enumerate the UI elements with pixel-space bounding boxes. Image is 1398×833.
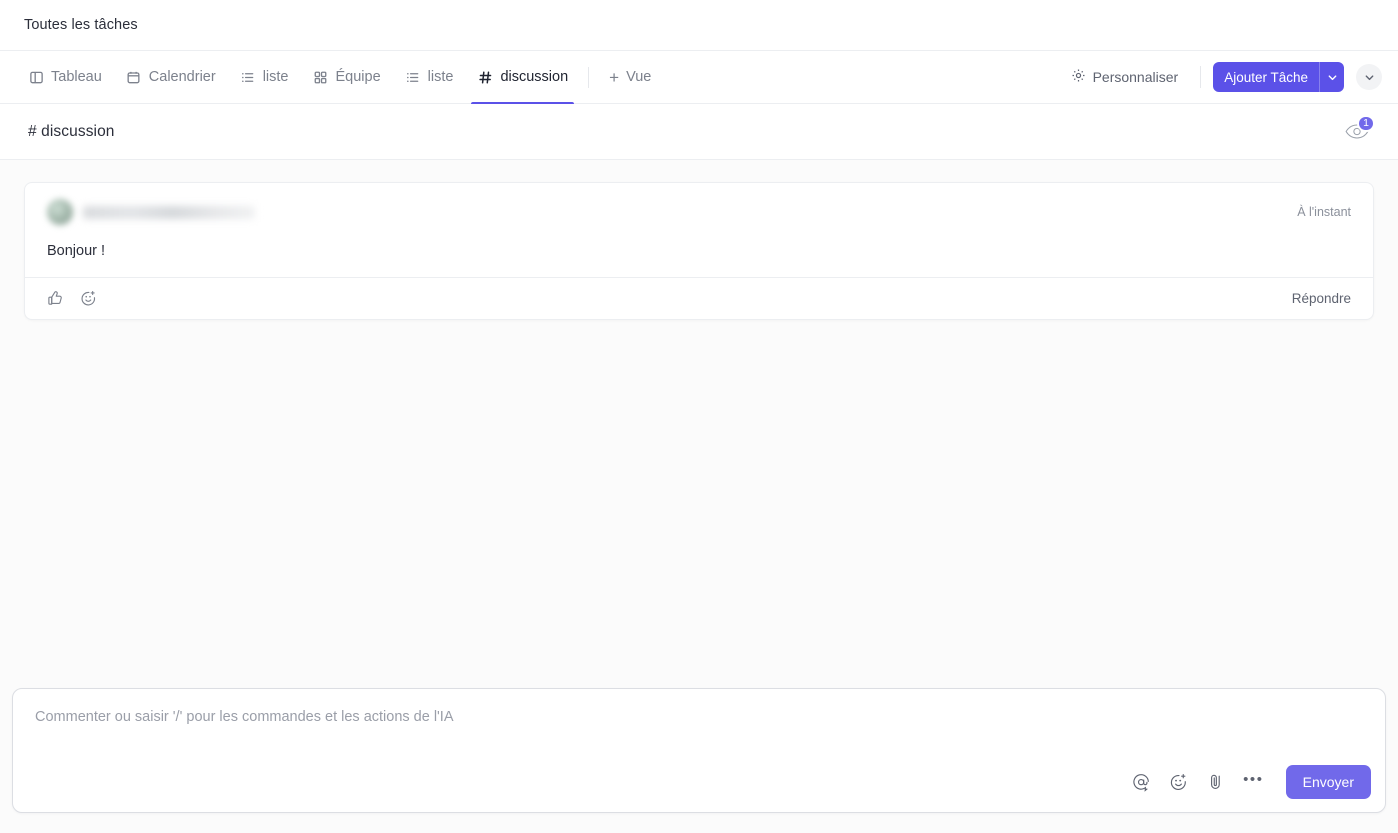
attachment-icon[interactable]	[1206, 773, 1225, 792]
channel-name: discussion	[41, 122, 115, 140]
watchers-button[interactable]: 1	[1340, 114, 1375, 147]
grid-icon	[313, 69, 329, 85]
tab-discussion[interactable]: discussion	[465, 51, 580, 104]
gear-icon	[1071, 68, 1086, 86]
message-body: À l'instant Bonjour !	[25, 183, 1373, 277]
add-task-caret-button[interactable]	[1319, 62, 1344, 92]
message-text: Bonjour !	[47, 243, 106, 259]
add-task-button[interactable]: Ajouter Tâche	[1213, 62, 1319, 92]
tab-equipe[interactable]: Équipe	[301, 51, 393, 103]
mention-icon[interactable]	[1132, 773, 1151, 792]
message-footer: Répondre	[25, 277, 1373, 319]
tab-label: discussion	[500, 69, 569, 85]
view-tabbar: Tableau Calendrier liste Équipe liste di…	[0, 51, 1398, 104]
add-reaction-icon[interactable]	[80, 290, 97, 307]
comment-input[interactable]	[13, 689, 1385, 765]
chevron-down-icon	[1328, 74, 1336, 80]
message-card: À l'instant Bonjour ! Répondre	[24, 182, 1374, 320]
tab-tableau[interactable]: Tableau	[16, 51, 114, 103]
more-views-button[interactable]	[1356, 64, 1382, 90]
add-task-button-group[interactable]: Ajouter Tâche	[1213, 62, 1344, 92]
message-header: À l'instant	[47, 199, 1351, 225]
page-title: # discussion	[28, 123, 115, 141]
thumbs-up-icon[interactable]	[47, 290, 64, 307]
more-options-icon[interactable]: •••	[1243, 772, 1264, 792]
tab-calendrier[interactable]: Calendrier	[114, 51, 228, 103]
breadcrumb-bar: Toutes les tâches	[0, 0, 1398, 51]
add-view-button[interactable]: + Vue	[597, 51, 663, 103]
message-list: À l'instant Bonjour ! Répondre	[0, 160, 1398, 688]
channel-header: # discussion 1	[0, 104, 1398, 160]
tab-liste-1[interactable]: liste	[228, 51, 301, 103]
chevron-down-icon	[1365, 74, 1373, 80]
message-timestamp: À l'instant	[1297, 205, 1351, 219]
watchers-count-badge: 1	[1357, 114, 1375, 132]
hash-icon	[477, 69, 493, 85]
composer-area: ••• Envoyer	[0, 688, 1398, 833]
breadcrumb[interactable]: Toutes les tâches	[24, 17, 138, 33]
board-icon	[28, 69, 44, 85]
plus-icon: +	[609, 67, 620, 87]
avatar[interactable]	[47, 199, 73, 225]
add-view-label: Vue	[626, 69, 652, 85]
tab-label: liste	[262, 69, 289, 85]
send-button[interactable]: Envoyer	[1285, 765, 1371, 799]
tabbar-actions: Personnaliser Ajouter Tâche	[1061, 51, 1382, 103]
composer-toolbar: ••• Envoyer	[13, 765, 1385, 812]
message-author-name	[83, 205, 255, 219]
composer: ••• Envoyer	[12, 688, 1386, 813]
list-icon	[405, 69, 421, 85]
tab-liste-2[interactable]: liste	[393, 51, 466, 103]
calendar-icon	[126, 69, 142, 85]
tab-label: liste	[427, 69, 454, 85]
list-icon	[240, 69, 256, 85]
tab-label: Équipe	[335, 69, 381, 85]
customize-label: Personnaliser	[1092, 69, 1179, 85]
customize-button[interactable]: Personnaliser	[1061, 62, 1189, 92]
view-tabs: Tableau Calendrier liste Équipe liste di…	[16, 51, 663, 104]
reply-button[interactable]: Répondre	[1292, 291, 1351, 306]
tab-divider	[588, 67, 590, 88]
tab-label: Tableau	[51, 69, 102, 85]
toolbar-divider	[1200, 66, 1202, 88]
emoji-icon[interactable]	[1169, 773, 1188, 792]
tab-label: Calendrier	[148, 69, 216, 85]
reaction-bar	[47, 290, 97, 307]
channel-hash: #	[28, 122, 37, 140]
